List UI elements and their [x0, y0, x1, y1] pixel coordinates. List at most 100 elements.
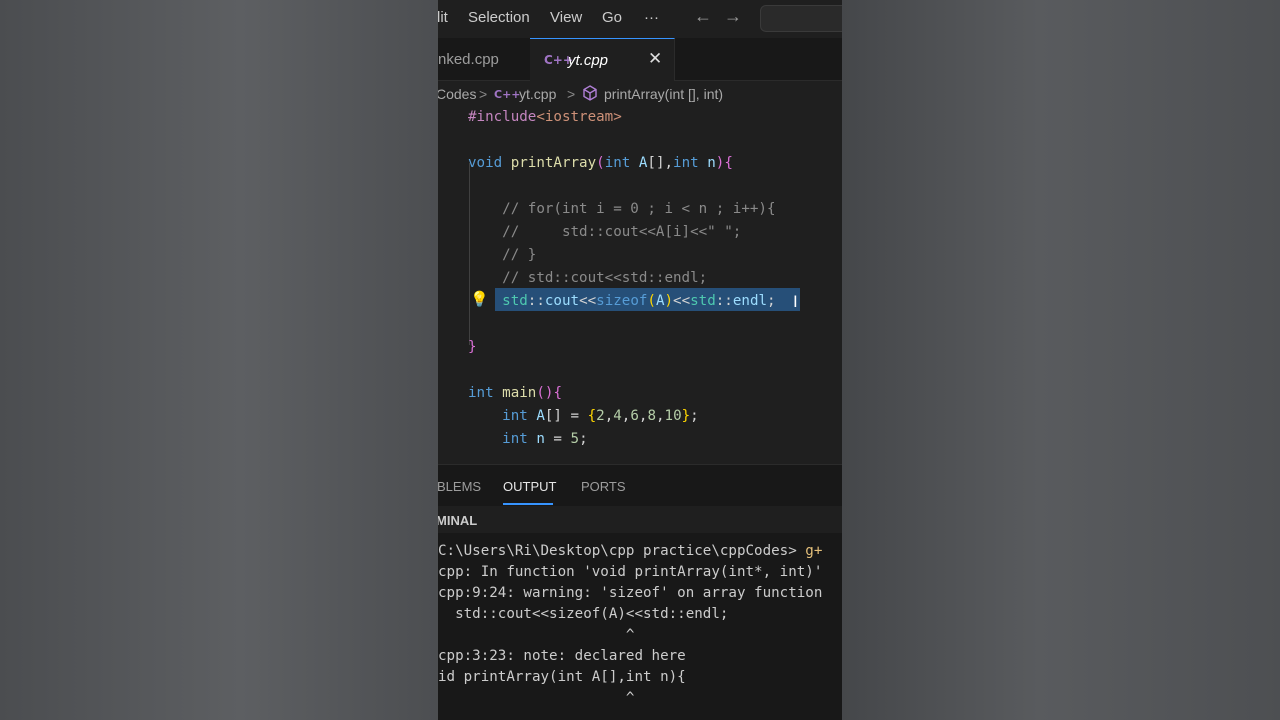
code-line: void printArray(int A[],int n){ — [468, 152, 733, 175]
code-token: 4 — [613, 408, 622, 424]
code-token: int — [502, 431, 537, 447]
code-line: // } — [468, 244, 536, 267]
menu-more[interactable]: ··· — [644, 9, 659, 26]
code-token: << — [673, 293, 691, 309]
code-token: 5 — [570, 431, 580, 447]
vscode-window: lit Selection View Go ··· ← → nked.cpp C… — [438, 0, 842, 720]
code-line: } — [468, 336, 477, 359]
tab-label: nked.cpp — [438, 51, 499, 68]
code-token: ; — [579, 431, 588, 447]
menu-edit[interactable]: lit — [438, 9, 448, 26]
code-line: // for(int i = 0 ; i < n ; i++){ — [468, 198, 776, 221]
code-token: = — [544, 431, 571, 447]
menu-bar: lit Selection View Go ··· ← → — [438, 0, 842, 36]
code-line: #include<iostream> — [468, 106, 622, 129]
editor-tab-bar: nked.cpp C++ yt.cpp ✕ — [438, 38, 842, 81]
terminal-section-header: MINAL — [438, 506, 842, 533]
close-icon[interactable]: ✕ — [648, 49, 662, 69]
tab-label: yt.cpp — [568, 52, 609, 69]
terminal-line: cpp: In function 'void printArray(int*, … — [438, 564, 823, 580]
code-line: int A[] = {2,4,6,8,10}; — [468, 405, 699, 428]
code-line: int n = 5; — [468, 428, 588, 451]
code-token: :: — [527, 293, 545, 309]
code-token: , — [604, 408, 614, 424]
terminal-line: C:\Users\Ri\Desktop\cpp practice\cppCode… — [438, 543, 823, 559]
code-token: int — [673, 155, 708, 171]
cpp-file-icon: C++ — [494, 88, 521, 101]
code-token: int — [502, 408, 537, 424]
terminal-label: MINAL — [438, 513, 478, 528]
code-token: n — [536, 431, 545, 447]
terminal-line: ^ — [438, 690, 635, 706]
breadcrumb-file[interactable]: yt.cpp — [519, 86, 556, 102]
code-line: // std::cout<<A[i]<<" "; — [468, 221, 741, 244]
chevron-right-icon: > — [567, 86, 576, 102]
code-token: int — [468, 385, 503, 401]
code-token: 10 — [664, 408, 682, 424]
terminal-output[interactable]: C:\Users\Ri\Desktop\cpp practice\cppCode… — [438, 533, 842, 720]
code-token: // } — [468, 247, 537, 263]
code-token: () — [536, 385, 554, 401]
forward-arrow-icon[interactable]: → — [724, 6, 742, 27]
code-token: ( — [596, 155, 605, 171]
code-token: A — [655, 293, 665, 309]
code-token: sizeof — [596, 293, 648, 309]
code-token: } — [681, 408, 691, 424]
terminal-line: ^ — [438, 627, 635, 643]
code-token: // std::cout<<std::endl; — [468, 270, 708, 286]
code-editor[interactable]: #include<iostream> void printArray(int A[… — [438, 106, 842, 463]
panel-tab-bar: BLEMS OUTPUT PORTS — [438, 464, 842, 507]
code-token: // for(int i = 0 ; i < n ; i++){ — [468, 201, 776, 217]
code-token: :: — [715, 293, 733, 309]
code-token: ; — [767, 293, 776, 309]
code-token: A — [536, 408, 545, 424]
tab-ports[interactable]: PORTS — [581, 479, 626, 494]
code-token: std — [502, 293, 528, 309]
terminal-line: cpp:3:23: note: declared here — [438, 648, 686, 664]
chevron-right-icon: > — [479, 86, 488, 102]
tab-problems[interactable]: BLEMS — [438, 479, 481, 494]
cube-symbol-icon — [582, 84, 598, 105]
code-token: n — [707, 155, 716, 171]
terminal-line: id printArray(int A[],int n){ — [438, 669, 686, 685]
code-token: int — [604, 155, 639, 171]
breadcrumb-folder[interactable]: Codes — [438, 86, 476, 102]
command-center-search[interactable] — [760, 5, 842, 32]
code-token: printArray — [510, 155, 597, 171]
code-token: [] = — [544, 408, 588, 424]
code-line: int main(){ — [468, 382, 562, 405]
breadcrumb-symbol[interactable]: printArray(int [], int) — [604, 86, 723, 102]
code-token: 8 — [647, 408, 656, 424]
tab-yt-cpp[interactable]: C++ yt.cpp ✕ — [530, 38, 675, 81]
code-token: ) — [664, 293, 674, 309]
terminal-line: cpp:9:24: warning: 'sizeof' on array fun… — [438, 585, 823, 601]
code-token: <iostream> — [536, 109, 622, 125]
tab-linked-cpp[interactable]: nked.cpp — [438, 38, 531, 80]
code-token: ( — [647, 293, 656, 309]
text-cursor-icon: I — [793, 292, 798, 311]
code-line: std::cout<<sizeof(A)<<std::endl; — [468, 290, 776, 313]
code-token: cout — [544, 293, 580, 309]
code-token: #include — [468, 109, 537, 125]
menu-selection[interactable]: Selection — [468, 9, 530, 26]
code-token: endl — [732, 293, 768, 309]
menu-view[interactable]: View — [550, 9, 582, 26]
terminal-line: std::cout<<sizeof(A)<<std::endl; — [438, 606, 729, 622]
code-token: { — [724, 155, 733, 171]
code-token: main — [502, 385, 537, 401]
menu-go[interactable]: Go — [602, 9, 622, 26]
code-token: , — [664, 155, 674, 171]
breadcrumb: Codes > C++ yt.cpp > printArray(int [], … — [438, 84, 842, 106]
code-token: std — [690, 293, 716, 309]
lightbulb-icon[interactable]: 💡 — [470, 290, 489, 308]
back-arrow-icon[interactable]: ← — [694, 6, 712, 27]
code-token: } — [468, 339, 477, 355]
active-tab-indicator — [503, 503, 553, 505]
tab-output[interactable]: OUTPUT — [503, 479, 556, 494]
code-token: 2 — [596, 408, 605, 424]
code-token: // std::cout<<A[i]<<" "; — [468, 224, 742, 240]
video-letterbox-right — [842, 0, 1280, 720]
code-token: << — [579, 293, 597, 309]
